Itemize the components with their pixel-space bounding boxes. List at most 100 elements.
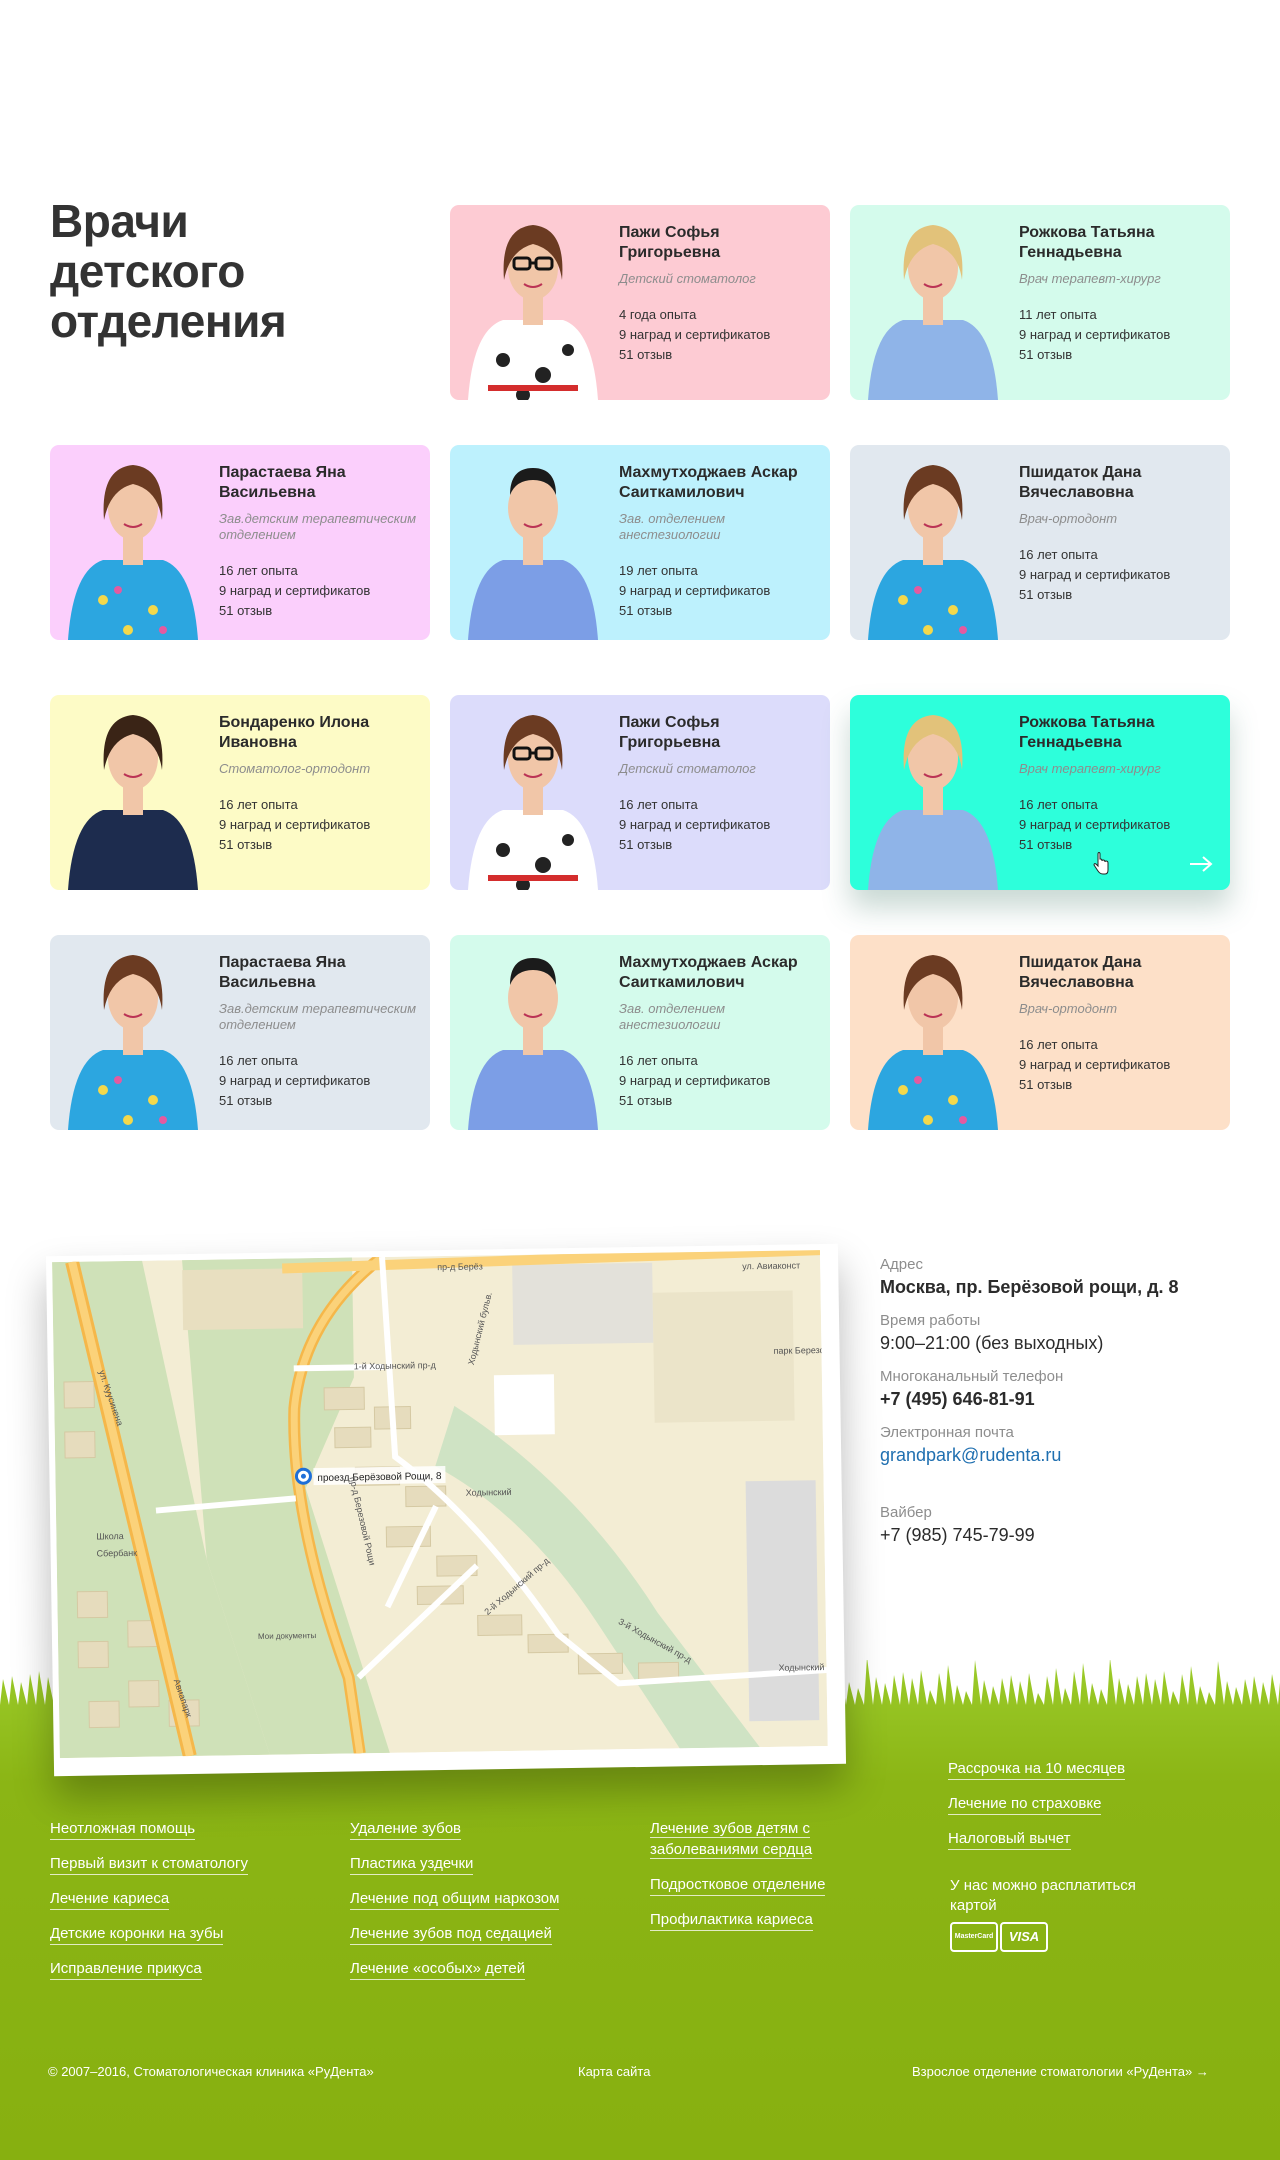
footer-link[interactable]: Налоговый вычет <box>948 1828 1071 1850</box>
doctor-specialty: Врач-ортодонт <box>1019 511 1118 526</box>
doctor-reviews: 51 отзыв <box>1019 837 1073 852</box>
map-label: парк Березовая Роща <box>773 1344 827 1355</box>
doctor-reviews: 51 отзыв <box>619 837 673 852</box>
arrow-right-icon[interactable] <box>1188 854 1214 874</box>
doctor-name: Махмутходжаев Аскар Саиткамилович <box>619 954 798 991</box>
doctor-photo <box>58 450 208 640</box>
doctor-name: Рожкова Татьяна Геннадьевна <box>1019 714 1155 751</box>
doctor-specialty: Зав. отделением анестезиологии <box>619 511 726 542</box>
doctor-experience: 11 лет опыта <box>1019 307 1097 322</box>
map-label: пр-д Берёз <box>437 1261 483 1272</box>
footer-link[interactable]: Рассрочка на 10 месяцев <box>948 1758 1126 1780</box>
address-label: Адрес <box>880 1256 923 1273</box>
footer-link[interactable]: Профилактика кариеса <box>650 1909 813 1931</box>
doctor-reviews: 51 отзыв <box>1019 347 1073 362</box>
doctor-name: Пажи Софья Григорьевна <box>619 714 721 751</box>
footer-link[interactable]: Лечение по страховке <box>948 1793 1102 1815</box>
doctor-card[interactable]: Пшидаток Дана Вячеславовна Врач-ортодонт 1… <box>850 935 1230 1130</box>
doctor-photo <box>858 450 1008 640</box>
phone-label: Многоканальный телефон <box>880 1368 1064 1385</box>
doctor-specialty: Детский стоматолог <box>619 271 756 286</box>
email-link[interactable]: grandpark@rudenta.ru <box>880 1443 1240 1467</box>
doctor-photo <box>858 700 1008 890</box>
doctor-specialty: Врач-ортодонт <box>1019 1001 1118 1016</box>
doctor-experience: 16 лет опыта <box>1019 547 1098 562</box>
hours-label: Время работы <box>880 1312 981 1329</box>
map-label: Сбербанк <box>97 1548 138 1559</box>
map-label: ул. Авиаконст <box>742 1260 800 1271</box>
doctor-photo <box>858 940 1008 1130</box>
doctor-photo <box>458 940 608 1130</box>
footer-link[interactable]: Детские коронки на зубы <box>50 1923 224 1945</box>
doctor-reviews: 51 отзыв <box>1019 1077 1073 1092</box>
footer-link[interactable]: Подростковое отделение <box>650 1874 826 1896</box>
address-value: Москва, пр. Берёзовой рощи, д. 8 <box>880 1277 1179 1297</box>
doctor-card[interactable]: Пшидаток Дана Вячеславовна Врач-ортодонт 1… <box>850 445 1230 640</box>
doctor-card[interactable]: Парастаева Яна Васильевна Зав.детским тер… <box>50 445 430 640</box>
doctor-awards: 9 наград и сертификатов <box>1019 817 1171 832</box>
footer-link[interactable]: Лечение кариеса <box>50 1888 170 1910</box>
map-canvas[interactable]: проезд Берёзовой Рощи, 8 ул. Авиаконст п… <box>52 1250 828 1759</box>
doctor-specialty: Врач терапевт-хирург <box>1019 271 1161 286</box>
map-label: Школа <box>96 1531 124 1541</box>
footer-link[interactable]: Лечение под общим наркозом <box>350 1888 560 1910</box>
map-marker-label: проезд Берёзовой Рощи, 8 <box>317 1471 442 1484</box>
doctor-experience: 16 лет опыта <box>619 1053 698 1068</box>
viber-label: Вайбер <box>880 1504 932 1521</box>
mastercard-icon: MasterCard <box>950 1922 998 1952</box>
doctor-experience: 16 лет опыта <box>619 797 698 812</box>
visa-icon: VISA <box>1000 1922 1048 1952</box>
footer-link-text[interactable]: Лечение зубов детям с заболеваниями серд… <box>650 1820 813 1859</box>
doctor-name: Пажи Софья Григорьевна <box>619 224 721 261</box>
sitemap-link[interactable]: Карта сайта <box>578 2063 650 2081</box>
phone-value[interactable]: +7 (495) 646-81-91 <box>880 1387 1240 1411</box>
doctor-reviews: 51 отзыв <box>219 1093 273 1108</box>
footer-link[interactable]: Первый визит к стоматологу <box>50 1853 248 1875</box>
doctor-name: Парастаева Яна Васильевна <box>219 954 346 991</box>
doctor-card[interactable]: Пажи Софья Григорьевна Детский стоматолог… <box>450 205 830 400</box>
doctor-reviews: 51 отзыв <box>619 603 673 618</box>
map-label: Ходынский бульв. <box>778 1662 827 1673</box>
footer-link[interactable]: Удаление зубов <box>350 1818 461 1840</box>
doctor-card[interactable]: Рожкова Татьяна Геннадьевна Врач терапевт… <box>850 695 1230 890</box>
doctor-experience: 16 лет опыта <box>219 797 298 812</box>
footer-link[interactable]: Исправление прикуса <box>50 1958 202 1980</box>
hours-value: 9:00–21:00 (без выходных) <box>880 1333 1104 1353</box>
doctor-awards: 9 наград и сертификатов <box>219 817 371 832</box>
footer-link[interactable]: Лечение зубов детям с заболеваниями серд… <box>650 1818 870 1860</box>
doctor-card[interactable]: Махмутходжаев Аскар Саиткамилович Зав. от… <box>450 445 830 640</box>
footer-link[interactable]: Неотложная помощь <box>50 1818 196 1840</box>
footer-link[interactable]: Лечение зубов под седацией <box>350 1923 552 1945</box>
doctor-card[interactable]: Бондаренко Илона Ивановна Стоматолог-орто… <box>50 695 430 890</box>
doctor-awards: 9 наград и сертификатов <box>619 583 771 598</box>
email-label: Электронная почта <box>880 1424 1014 1441</box>
payment-text: У нас можно расплатиться картой <box>950 1877 1136 1914</box>
footer-link[interactable]: Пластика уздечки <box>350 1853 474 1875</box>
doctor-experience: 16 лет опыта <box>1019 797 1098 812</box>
location-map[interactable]: проезд Берёзовой Рощи, 8 ул. Авиаконст п… <box>45 1243 847 1777</box>
doctor-photo <box>458 450 608 640</box>
doctor-awards: 9 наград и сертификатов <box>219 583 371 598</box>
page-title: Врачи детского отделения <box>50 195 287 347</box>
doctor-name: Парастаева Яна Васильевна <box>219 464 346 501</box>
doctor-photo <box>58 700 208 890</box>
adult-department-link[interactable]: Взрослое отделение стоматологии «РуДента… <box>912 2063 1209 2081</box>
map-label: Ходынский <box>466 1487 512 1498</box>
viber-value[interactable]: +7 (985) 745-79-99 <box>880 1523 1240 1547</box>
doctor-awards: 9 наград и сертификатов <box>1019 1057 1171 1072</box>
doctor-name: Пшидаток Дана Вячеславовна <box>1019 954 1142 991</box>
doctor-name: Рожкова Татьяна Геннадьевна <box>1019 224 1155 261</box>
doctor-reviews: 51 отзыв <box>219 837 273 852</box>
doctor-card[interactable]: Пажи Софья Григорьевна Детский стоматолог… <box>450 695 830 890</box>
map-label: 1-й Ходынский пр-д <box>354 1360 437 1371</box>
footer-link[interactable]: Лечение «особых» детей <box>350 1958 526 1980</box>
doctor-specialty: Стоматолог-ортодонт <box>219 761 371 776</box>
contact-info: Адрес Москва, пр. Берёзовой рощи, д. 8 В… <box>880 1255 1240 1559</box>
doctor-specialty: Зав.детским терапевтическим отделением <box>219 1001 416 1032</box>
doctor-photo <box>858 210 1008 400</box>
doctor-card[interactable]: Рожкова Татьяна Геннадьевна Врач терапевт… <box>850 205 1230 400</box>
doctor-card[interactable]: Парастаева Яна Васильевна Зав.детским тер… <box>50 935 430 1130</box>
hand-cursor-icon <box>1093 852 1109 875</box>
doctor-card[interactable]: Махмутходжаев Аскар Саиткамилович Зав. от… <box>450 935 830 1130</box>
doctor-name: Махмутходжаев Аскар Саиткамилович <box>619 464 798 501</box>
